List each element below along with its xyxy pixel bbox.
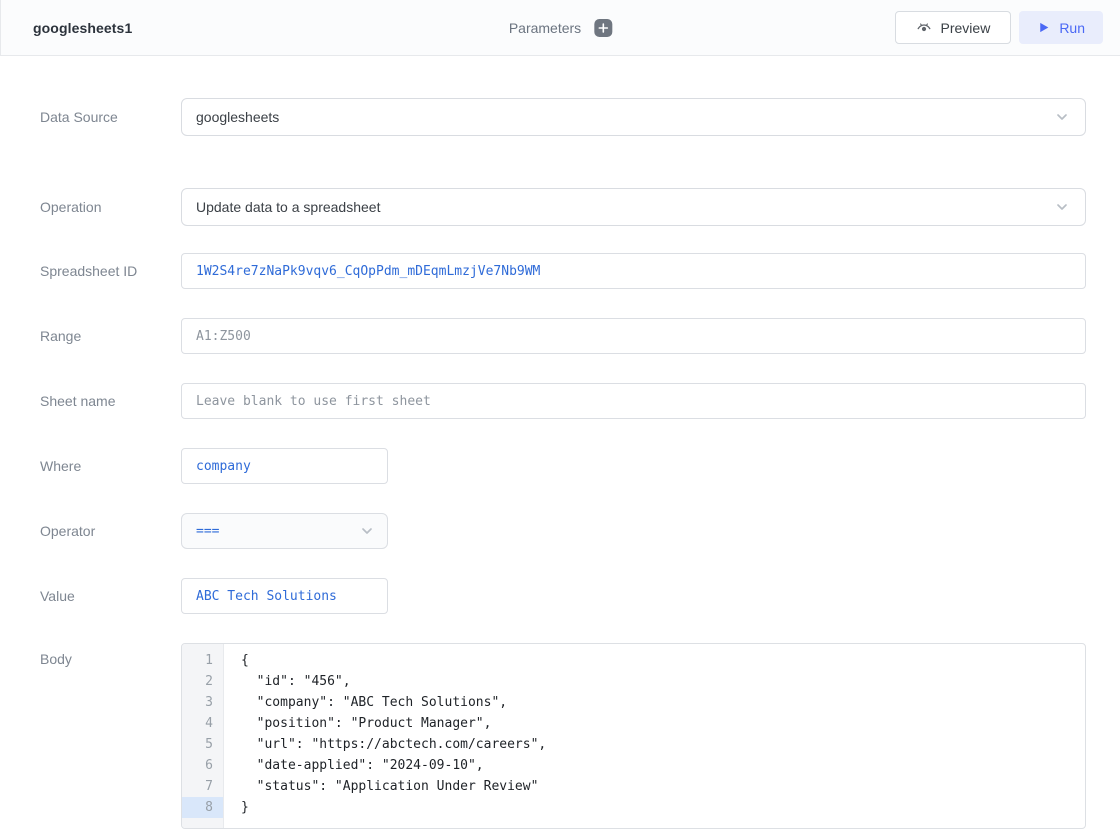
- data-source-select[interactable]: googlesheets: [181, 98, 1086, 136]
- code-line[interactable]: {: [241, 650, 1085, 671]
- chevron-down-icon: [1055, 110, 1069, 124]
- where-input[interactable]: [181, 448, 388, 484]
- code-line[interactable]: "company": "ABC Tech Solutions",: [241, 692, 1085, 713]
- query-form: Data Source googlesheets Operation Updat…: [0, 56, 1120, 830]
- spreadsheet-id-label: Spreadsheet ID: [40, 263, 181, 279]
- body-code-editor[interactable]: 12345678 { "id": "456", "company": "ABC …: [181, 643, 1086, 829]
- code-line[interactable]: "status": "Application Under Review": [241, 776, 1085, 797]
- line-number: 8: [182, 797, 223, 818]
- range-label: Range: [40, 328, 181, 344]
- chevron-down-icon: [1055, 200, 1069, 214]
- field-row-data-source: Data Source googlesheets: [40, 98, 1086, 136]
- chevron-down-icon: [360, 524, 374, 538]
- field-row-range: Range: [40, 318, 1086, 354]
- run-button[interactable]: Run: [1019, 11, 1103, 44]
- field-row-operation: Operation Update data to a spreadsheet: [40, 188, 1086, 226]
- query-header: googlesheets1 Parameters Preview: [0, 0, 1120, 56]
- field-row-value: Value: [40, 578, 1086, 614]
- value-input[interactable]: [181, 578, 388, 614]
- query-name[interactable]: googlesheets1: [33, 20, 132, 36]
- code-line[interactable]: }: [241, 797, 1085, 818]
- line-number: 2: [182, 671, 223, 692]
- value-label: Value: [40, 588, 181, 604]
- preview-button-label: Preview: [941, 20, 991, 36]
- spreadsheet-id-input[interactable]: [181, 253, 1086, 289]
- operation-value: Update data to a spreadsheet: [196, 199, 380, 215]
- run-button-label: Run: [1059, 20, 1085, 36]
- operator-select[interactable]: ===: [181, 513, 388, 549]
- line-number: 7: [182, 776, 223, 797]
- play-icon: [1037, 21, 1050, 34]
- data-source-value: googlesheets: [196, 109, 279, 125]
- plus-icon: [598, 23, 608, 33]
- body-label: Body: [40, 643, 181, 667]
- sheet-name-input[interactable]: [181, 383, 1086, 419]
- query-editor-panel: googlesheets1 Parameters Preview: [0, 0, 1120, 830]
- add-parameter-button[interactable]: [594, 19, 612, 37]
- field-row-spreadsheet-id: Spreadsheet ID: [40, 253, 1086, 289]
- body-editor-code[interactable]: { "id": "456", "company": "ABC Tech Solu…: [224, 644, 1085, 828]
- line-number: 1: [182, 650, 223, 671]
- preview-button[interactable]: Preview: [895, 11, 1012, 44]
- line-number: 6: [182, 755, 223, 776]
- body-editor-gutter: 12345678: [182, 644, 224, 828]
- code-line[interactable]: "date-applied": "2024-09-10",: [241, 755, 1085, 776]
- data-source-label: Data Source: [40, 109, 181, 125]
- field-row-sheet-name: Sheet name: [40, 383, 1086, 419]
- range-input[interactable]: [181, 318, 1086, 354]
- field-row-operator: Operator ===: [40, 513, 1086, 549]
- operation-label: Operation: [40, 199, 181, 215]
- where-label: Where: [40, 458, 181, 474]
- eye-icon: [916, 20, 932, 36]
- code-line[interactable]: "id": "456",: [241, 671, 1085, 692]
- operation-select[interactable]: Update data to a spreadsheet: [181, 188, 1086, 226]
- sheet-name-label: Sheet name: [40, 393, 181, 409]
- parameters-label: Parameters: [509, 20, 581, 36]
- code-line[interactable]: "url": "https://abctech.com/careers",: [241, 734, 1085, 755]
- line-number: 3: [182, 692, 223, 713]
- line-number: 4: [182, 713, 223, 734]
- operator-value: ===: [196, 524, 219, 539]
- line-number: 5: [182, 734, 223, 755]
- field-row-body: Body 12345678 { "id": "456", "company": …: [40, 643, 1086, 829]
- parameters-section: Parameters: [509, 0, 612, 55]
- field-row-where: Where: [40, 448, 1086, 484]
- header-actions: Preview Run: [895, 11, 1103, 44]
- code-line[interactable]: "position": "Product Manager",: [241, 713, 1085, 734]
- operator-label: Operator: [40, 523, 181, 539]
